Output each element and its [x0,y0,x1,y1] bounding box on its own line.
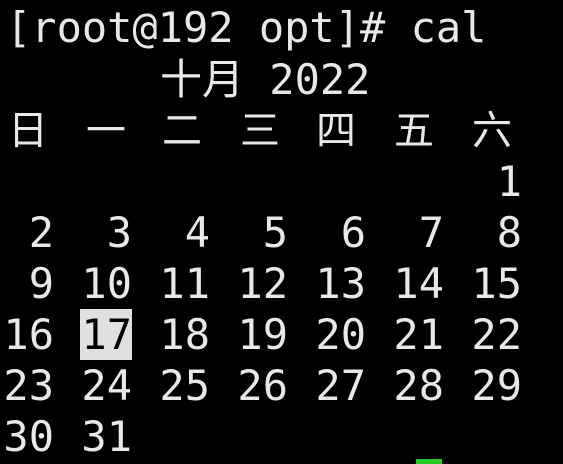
terminal-cursor [416,459,442,464]
calendar-day: 10 [81,259,132,308]
weekday-label: 五 [394,108,434,154]
terminal-window[interactable]: [root@192 opt]# cal 十月 2022 日一二三四五六 1234… [0,0,563,464]
command-text: cal [410,3,487,52]
weekday-label: 三 [240,108,280,154]
calendar-day: 9 [28,259,54,308]
calendar-week-row: 1 [0,156,563,207]
calendar-day: 15 [471,259,522,308]
shell-prompt: [root@192 opt]# [6,3,411,52]
calendar-day: 22 [471,310,522,359]
calendar-day-today: 17 [80,309,132,360]
weekday-label: 六 [472,108,512,154]
weekday-label: 二 [162,108,202,154]
calendar-day: 12 [237,259,288,308]
calendar-day: 24 [81,361,132,410]
calendar-day: 6 [340,208,366,257]
calendar-day: 14 [393,259,444,308]
calendar-day: 31 [81,412,132,461]
calendar-day: 8 [496,208,522,257]
calendar-day: 16 [3,310,54,359]
calendar-day: 19 [237,310,288,359]
calendar-day: 30 [3,412,54,461]
calendar-day: 2 [28,208,54,257]
calendar-day: 1 [496,157,522,206]
calendar-day: 13 [315,259,366,308]
calendar-day: 29 [471,361,522,410]
calendar-day: 20 [315,310,366,359]
calendar-week-row: 16 17 18 19 20 21 22 [0,309,563,360]
calendar-day: 4 [184,208,210,257]
calendar-day: 27 [315,361,366,410]
command-line: [root@192 opt]# cal [6,2,486,53]
weekday-label: 日 [8,108,48,154]
calendar-day: 26 [237,361,288,410]
calendar-week-row: 9 10 11 12 13 14 15 [0,258,563,309]
weekday-label: 四 [316,108,356,154]
calendar-week-row: 23 24 25 26 27 28 29 [0,360,563,411]
calendar-day: 7 [418,208,444,257]
calendar-day: 11 [159,259,210,308]
calendar-day: 3 [106,208,132,257]
calendar-week-row: 2 3 4 5 6 7 8 [0,207,563,258]
calendar-week-row: 30 31 [0,411,563,462]
calendar-day: 5 [262,208,288,257]
calendar-day: 25 [159,361,210,410]
calendar-day: 23 [3,361,54,410]
calendar-day: 21 [393,310,444,359]
calendar-day: 28 [393,361,444,410]
weekday-label: 一 [86,108,126,154]
calendar-day: 18 [159,310,210,359]
calendar-month-year: 十月 2022 [160,55,371,104]
